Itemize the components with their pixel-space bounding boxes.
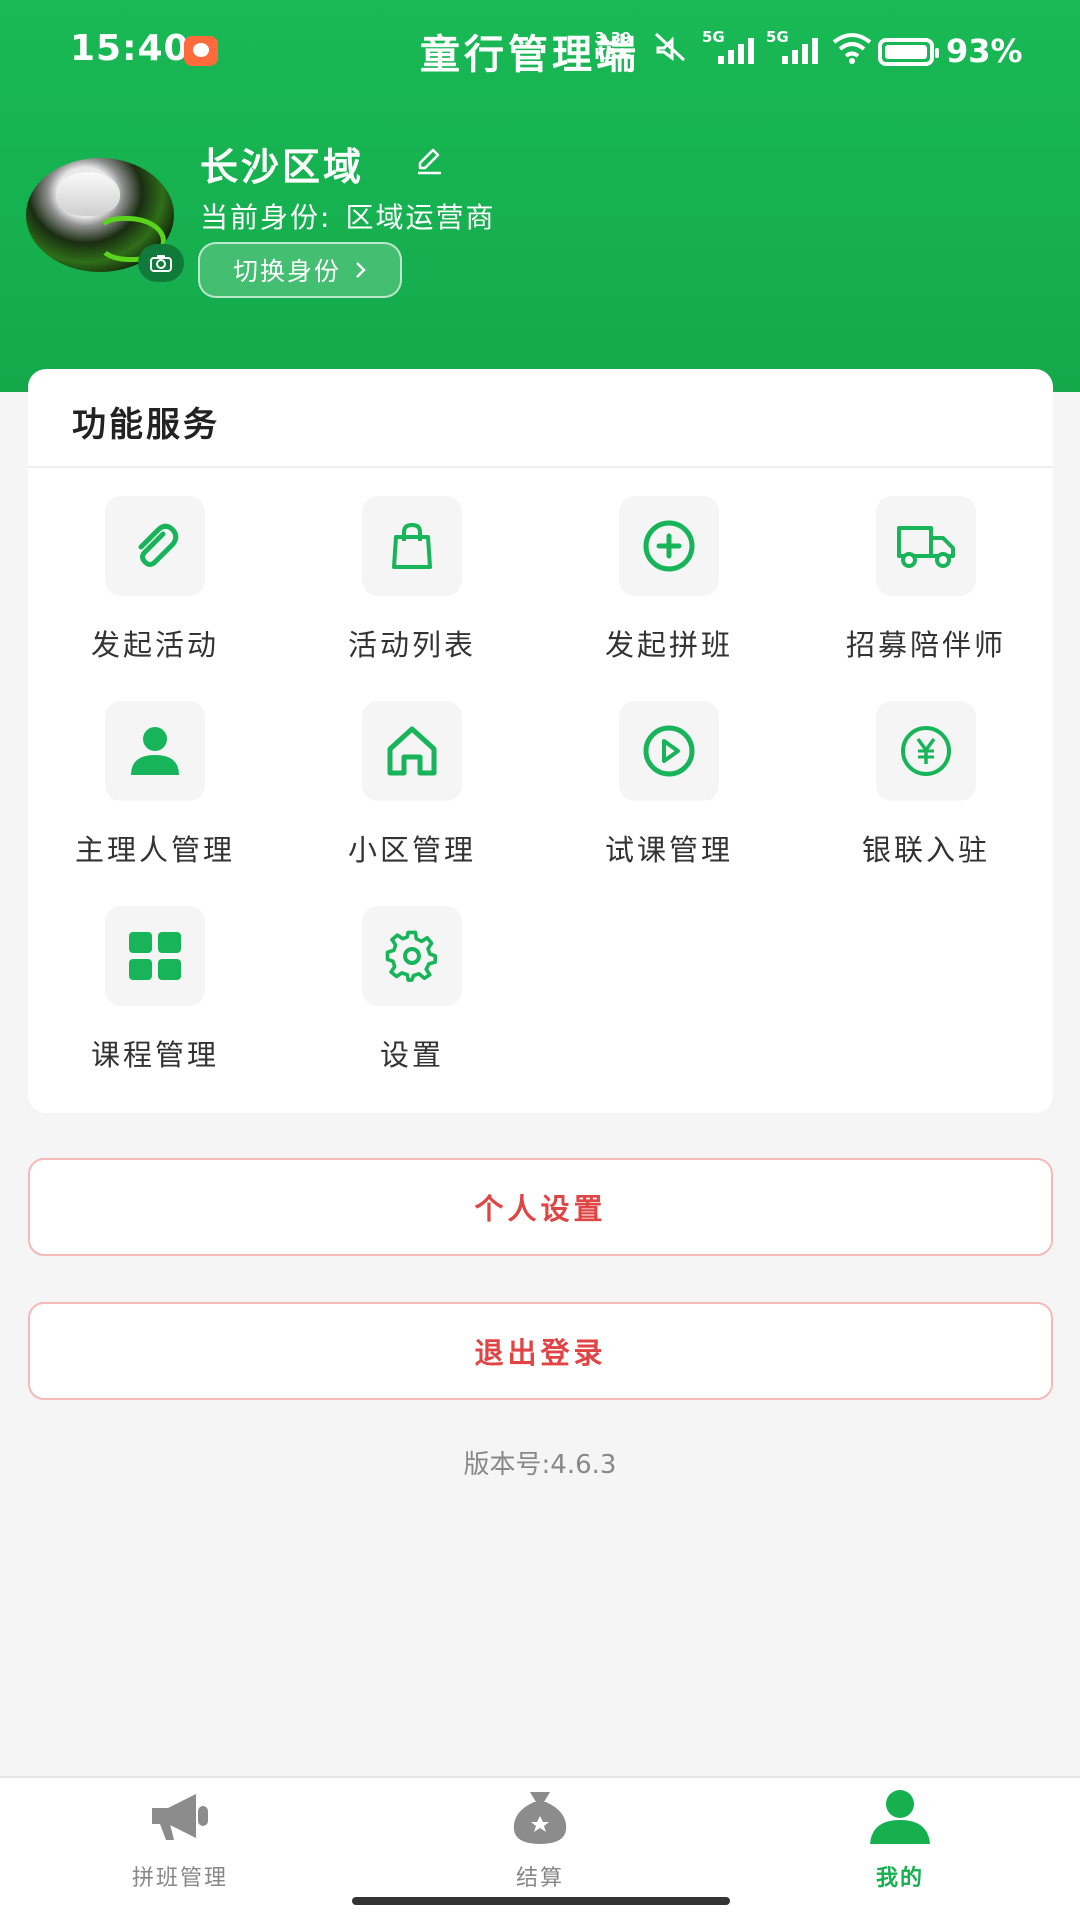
play-circle-icon [619,701,719,801]
home-icon [362,701,462,801]
chevron-right-icon [356,262,366,278]
home-indicator[interactable] [352,1897,730,1905]
signal-sim1-icon: 5G [702,28,754,64]
service-trial-class-admin[interactable]: 试课管理 [559,701,779,881]
status-bar: 15:40 童行管理端 3.39 KB/s 5G 5G 93% [0,0,1080,100]
service-community-admin[interactable]: 小区管理 [302,701,522,881]
tab-mine[interactable]: 我的 [790,1778,1010,1891]
service-course-admin[interactable]: 课程管理 [45,906,265,1086]
services-card: 功能服务 发起活动 活动列表 发起拼班 招募陪伴师 主理人管理 小区管理 试课管… [28,369,1053,1113]
camera-icon[interactable] [138,244,184,282]
service-activity-list[interactable]: 活动列表 [302,496,522,676]
service-launch-activity[interactable]: 发起活动 [45,496,265,676]
megaphone-icon [152,1794,208,1840]
battery-icon [878,38,939,66]
service-unionpay-onboarding[interactable]: 银联入驻 [816,701,1036,881]
user-icon [870,1790,930,1844]
person-icon [105,701,205,801]
battery-level: 93% [946,32,1023,70]
gear-icon [362,906,462,1006]
service-settings[interactable]: 设置 [302,906,522,1086]
switch-role-label: 切换身份 [232,257,341,286]
services-title: 功能服务 [72,405,220,445]
network-speed: 3.39 KB/s [594,29,632,63]
region-name: 长沙区域 [200,145,365,189]
personal-settings-button[interactable]: 个人设置 [28,1158,1053,1256]
divider [28,466,1053,468]
paperclip-icon [105,496,205,596]
plus-circle-icon [619,496,719,596]
role-value: 区域运营商 [345,201,496,234]
grid-icon [105,906,205,1006]
truck-icon [876,496,976,596]
mute-icon [654,32,686,62]
notification-app-icon [184,36,218,66]
role-label: 当前身份: [200,201,332,234]
service-start-class[interactable]: 发起拼班 [559,496,779,676]
service-manager-admin[interactable]: 主理人管理 [45,701,265,881]
version-text: 版本号:4.6.3 [463,1450,617,1480]
yen-circle-icon [876,701,976,801]
money-bag-icon [513,1792,567,1844]
signal-sim2-icon: 5G [766,28,818,64]
tab-settlement[interactable]: 结算 [430,1778,650,1891]
tab-class-management[interactable]: 拼班管理 [70,1778,290,1891]
logout-button[interactable]: 退出登录 [28,1302,1053,1400]
current-role: 当前身份: 区域运营商 [200,196,495,236]
service-recruit-companion[interactable]: 招募陪伴师 [816,496,1036,676]
shopping-bag-icon [362,496,462,596]
status-time: 15:40 [70,28,190,69]
switch-role-button[interactable]: 切换身份 [198,242,402,298]
status-icons: 5G 5G [650,28,874,64]
wifi-icon [832,33,872,64]
edit-icon[interactable] [414,146,444,176]
